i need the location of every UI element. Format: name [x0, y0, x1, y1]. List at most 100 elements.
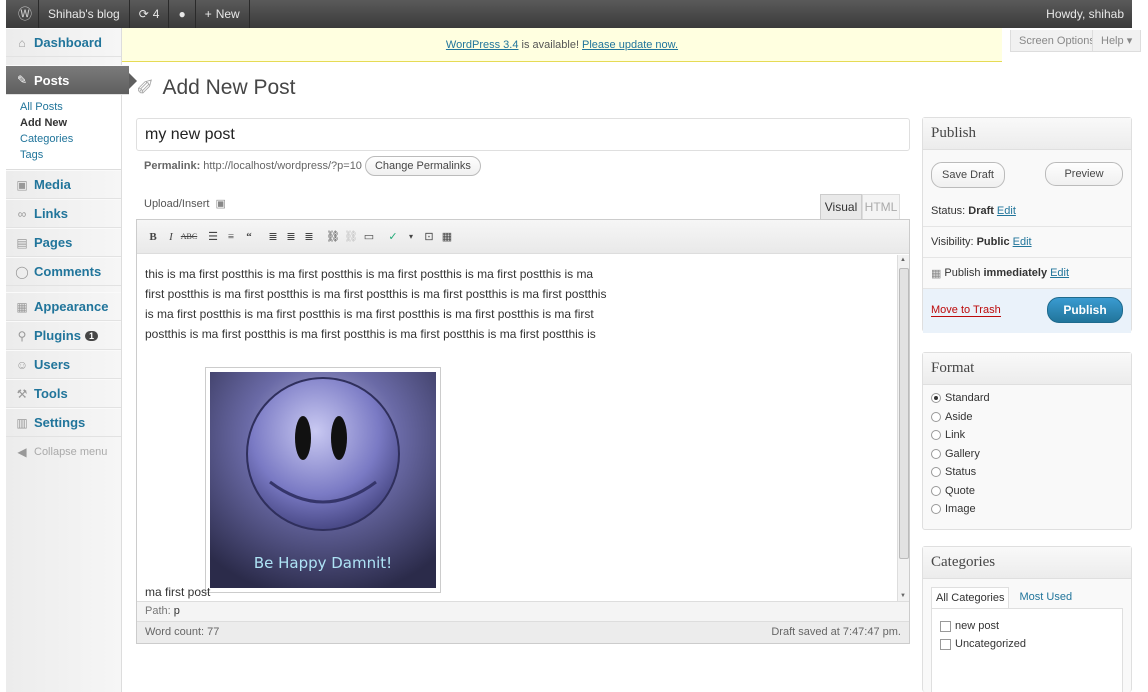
scroll-thumb[interactable]: [899, 268, 909, 559]
updates-link[interactable]: ⟳ 4: [130, 7, 169, 21]
insert-more-icon[interactable]: ▭: [361, 228, 377, 246]
status-value: Draft: [968, 205, 994, 217]
update-now-link[interactable]: Please update now.: [582, 39, 678, 51]
upload-insert-label: Upload/Insert: [144, 197, 210, 210]
visibility-value: Public: [976, 236, 1010, 248]
home-icon: ⌂: [18, 35, 26, 50]
wordpress-version-link[interactable]: WordPress 3.4: [446, 39, 519, 51]
bold-icon[interactable]: B: [145, 228, 161, 246]
format-option-label: Quote: [945, 484, 975, 497]
comments-link[interactable]: ●: [169, 7, 194, 21]
sidebar-item-media[interactable]: ▣ Media: [6, 170, 121, 199]
blockquote-icon[interactable]: “: [241, 228, 257, 246]
unlink-icon[interactable]: ⛓: [343, 228, 359, 246]
tab-html[interactable]: HTML: [862, 194, 900, 219]
edit-status-link[interactable]: Edit: [997, 205, 1016, 217]
tab-visual[interactable]: Visual: [820, 194, 862, 219]
sidebar-item-links[interactable]: ∞ Links: [6, 199, 121, 228]
post-body-line: this is ma first postthis is ma first po…: [145, 267, 594, 281]
submenu-categories[interactable]: Categories: [20, 131, 121, 147]
site-name-link[interactable]: Shihab's blog: [39, 7, 129, 21]
sidebar-item-comments[interactable]: ◯ Comments: [6, 257, 121, 286]
embedded-smiley-image[interactable]: Be Happy Damnit!: [205, 367, 441, 593]
sidebar-item-settings[interactable]: ▥ Settings: [6, 408, 121, 437]
category-uncategorized[interactable]: Uncategorized: [940, 635, 1114, 653]
sidebar-item-label: Comments: [34, 264, 102, 279]
upload-insert[interactable]: Upload/Insert ▣: [144, 197, 226, 211]
sidebar-item-pages[interactable]: ▤ Pages: [6, 228, 121, 257]
scroll-up-icon[interactable]: ▲: [900, 257, 906, 263]
sidebar-item-label: Media: [34, 177, 71, 192]
post-title-input[interactable]: [136, 118, 910, 151]
format-option-image[interactable]: Image: [923, 500, 1131, 519]
categories-box: Categories All Categories Most Used new …: [922, 546, 1132, 692]
change-permalinks-button[interactable]: Change Permalinks: [364, 156, 481, 176]
align-center-icon[interactable]: ≣: [283, 228, 299, 246]
sidebar-item-posts[interactable]: ✎ Posts: [6, 65, 137, 95]
submenu-tags[interactable]: Tags: [20, 147, 121, 163]
scroll-down-icon[interactable]: ▼: [900, 593, 906, 599]
comments-icon: ◯: [15, 264, 29, 279]
bullet-list-icon[interactable]: ☰: [205, 228, 221, 246]
edit-visibility-link[interactable]: Edit: [1013, 236, 1032, 248]
spellcheck-icon[interactable]: ✓: [385, 228, 401, 246]
settings-icon: ▥: [16, 415, 28, 430]
editor-scrollbar[interactable]: ▲ ▼: [897, 255, 909, 601]
kitchen-sink-icon[interactable]: ▦: [439, 228, 455, 246]
post-editor: B I ABC ☰ ≡ “ ≣ ≣ ≣ ⛓ ⛓ ▭ ✓ ▾ ⊡ ▦ this i…: [136, 219, 910, 644]
wordpress-logo-icon[interactable]: Ⓦ: [12, 4, 38, 24]
posts-submenu: All Posts Add New Categories Tags: [6, 95, 121, 170]
insert-link-icon[interactable]: ⛓: [325, 228, 341, 246]
submenu-all-posts[interactable]: All Posts: [20, 99, 121, 115]
categories-list: new post Uncategorized: [931, 608, 1123, 692]
preview-button[interactable]: Preview: [1045, 162, 1123, 186]
appearance-icon: ▦: [16, 299, 28, 314]
format-option-aside[interactable]: Aside: [923, 408, 1131, 427]
sidebar-item-tools[interactable]: ⚒ Tools: [6, 379, 121, 408]
smiley-face-icon: Be Happy Damnit!: [210, 372, 436, 588]
sidebar-item-appearance[interactable]: ▦ Appearance: [6, 292, 121, 321]
post-body-line: ma first post: [145, 585, 211, 599]
sidebar-item-label: Pages: [34, 235, 73, 250]
italic-icon[interactable]: I: [163, 228, 179, 246]
align-left-icon[interactable]: ≣: [265, 228, 281, 246]
tab-all-categories[interactable]: All Categories: [931, 587, 1010, 608]
format-option-label: Link: [945, 429, 966, 442]
category-new-post[interactable]: new post: [940, 617, 1114, 635]
format-option-link[interactable]: Link: [923, 426, 1131, 445]
edit-publish-time-link[interactable]: Edit: [1050, 267, 1069, 279]
help-toggle[interactable]: Help ▾: [1092, 30, 1142, 52]
strikethrough-icon[interactable]: ABC: [181, 228, 197, 246]
users-icon: ☺: [15, 357, 29, 372]
align-right-icon[interactable]: ≣: [301, 228, 317, 246]
format-option-gallery[interactable]: Gallery: [923, 445, 1131, 464]
sidebar-item-plugins[interactable]: ⚲ Plugins 1: [6, 321, 121, 350]
format-option-label: Gallery: [945, 447, 980, 460]
collapse-menu-button[interactable]: ◀ Collapse menu: [6, 437, 121, 466]
sidebar-item-dashboard[interactable]: ⌂ Dashboard: [6, 28, 121, 57]
new-content-link[interactable]: + New: [196, 7, 249, 21]
move-to-trash-link[interactable]: Move to Trash: [931, 304, 1001, 317]
save-draft-button[interactable]: Save Draft: [931, 162, 1005, 188]
path-value[interactable]: p: [174, 605, 180, 617]
sidebar-item-label: Links: [34, 206, 68, 221]
format-option-status[interactable]: Status: [923, 463, 1131, 482]
editor-content[interactable]: this is ma first postthis is ma first po…: [137, 255, 899, 601]
category-label: Uncategorized: [955, 638, 1026, 650]
editor-status-bar: Word count: 77 Draft saved at 7:47:47 pm…: [137, 621, 909, 643]
submenu-add-new[interactable]: Add New: [20, 115, 121, 131]
tab-most-used[interactable]: Most Used: [1015, 587, 1076, 608]
format-option-standard[interactable]: Standard: [923, 389, 1131, 408]
permalink-url: http://localhost/wordpress/?p=10: [203, 160, 362, 172]
pushpin-icon: ✎: [16, 73, 28, 87]
howdy-user-link[interactable]: Howdy, shihab: [1037, 7, 1132, 21]
spellcheck-dropdown-icon[interactable]: ▾: [403, 228, 419, 246]
sidebar-item-users[interactable]: ☺ Users: [6, 350, 121, 379]
publish-button[interactable]: Publish: [1047, 297, 1123, 323]
radio-icon: [931, 504, 941, 515]
numbered-list-icon[interactable]: ≡: [223, 228, 239, 246]
tools-icon: ⚒: [16, 386, 28, 401]
fullscreen-icon[interactable]: ⊡: [421, 228, 437, 246]
add-media-icon: ▣: [215, 198, 226, 210]
format-option-quote[interactable]: Quote: [923, 482, 1131, 501]
